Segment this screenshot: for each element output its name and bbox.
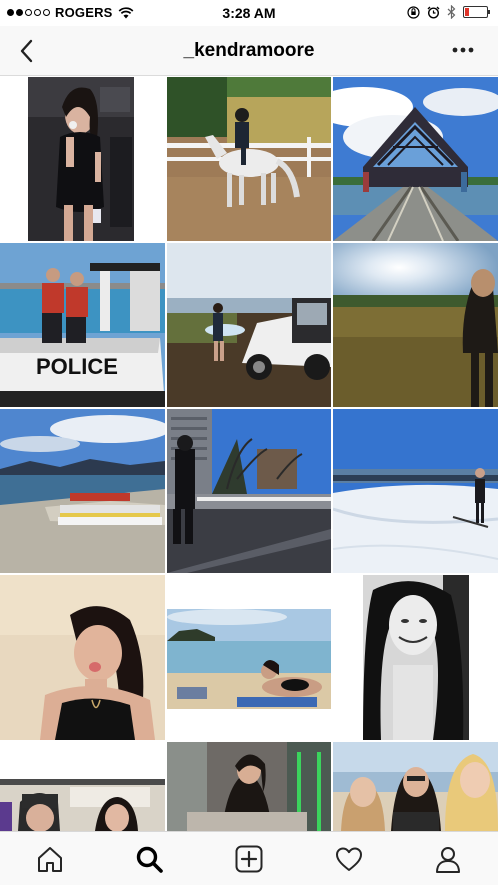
profile-icon <box>436 846 461 873</box>
photo-snow-field-image <box>333 409 498 573</box>
status-bar: ROGERS 3:28 AM <box>0 0 498 26</box>
photo-cafe-sitting-image <box>167 742 331 831</box>
photo-city-walkway-image <box>167 409 331 573</box>
photo-jeep-paddleboard-image <box>167 243 331 407</box>
police-hull-text: POLICE <box>36 354 118 379</box>
photo-snow-field[interactable] <box>333 409 498 573</box>
home-icon <box>37 846 62 872</box>
photo-couple-selfie[interactable] <box>0 742 165 831</box>
photo-horse-rider-image <box>167 77 331 241</box>
more-options-button[interactable] <box>450 40 476 60</box>
tab-bar <box>0 831 498 885</box>
photo-rocky-beach[interactable] <box>0 409 165 573</box>
tab-new-post[interactable] <box>199 832 299 885</box>
photo-sunset-field[interactable] <box>333 243 498 407</box>
photo-lying-on-beach[interactable] <box>167 575 331 740</box>
photo-tongue-out-portrait[interactable] <box>0 575 165 740</box>
tab-activity[interactable] <box>299 832 399 885</box>
photo-police-boat[interactable]: POLICE <box>0 243 165 407</box>
add-post-icon <box>235 845 263 872</box>
photo-lying-on-beach-image <box>167 575 331 740</box>
photo-city-walkway[interactable] <box>167 409 331 573</box>
photo-black-white-selfie-image <box>333 575 498 740</box>
more-horizontal-icon <box>452 47 474 53</box>
photo-selfie-black-dress[interactable] <box>0 77 165 241</box>
photo-sunset-field-image <box>333 243 498 407</box>
search-icon <box>137 846 164 873</box>
photo-selfie-black-dress-image <box>0 77 165 241</box>
photo-couple-selfie-image <box>0 742 165 831</box>
photo-horse-rider[interactable] <box>167 77 331 241</box>
bluetooth-icon <box>447 5 456 19</box>
status-right <box>407 5 490 19</box>
photo-cafe-sitting[interactable] <box>167 742 331 831</box>
nav-bar: _kendramoore <box>0 26 498 76</box>
photo-tongue-out-portrait-image <box>0 575 165 740</box>
photo-grid: POLICE <box>0 77 498 831</box>
heart-icon <box>335 847 362 871</box>
tab-profile[interactable] <box>398 832 498 885</box>
photo-railway-bridge[interactable] <box>333 77 498 241</box>
photo-railway-bridge-image <box>333 77 498 241</box>
photo-three-friends-image <box>333 742 498 831</box>
photo-jeep-paddleboard[interactable] <box>167 243 331 407</box>
profile-username: _kendramoore <box>183 40 315 61</box>
alarm-icon <box>427 6 440 19</box>
tab-home[interactable] <box>0 832 100 885</box>
photo-police-boat-image: POLICE <box>0 243 165 407</box>
photo-rocky-beach-image <box>0 409 165 573</box>
photo-three-friends[interactable] <box>333 742 498 831</box>
photo-black-white-selfie[interactable] <box>333 575 498 740</box>
tab-search[interactable] <box>100 832 200 885</box>
battery-icon <box>463 6 490 18</box>
orientation-lock-icon <box>407 5 420 19</box>
instagram-profile-screen: ROGERS 3:28 AM _kendramoore POLICE <box>0 0 498 885</box>
